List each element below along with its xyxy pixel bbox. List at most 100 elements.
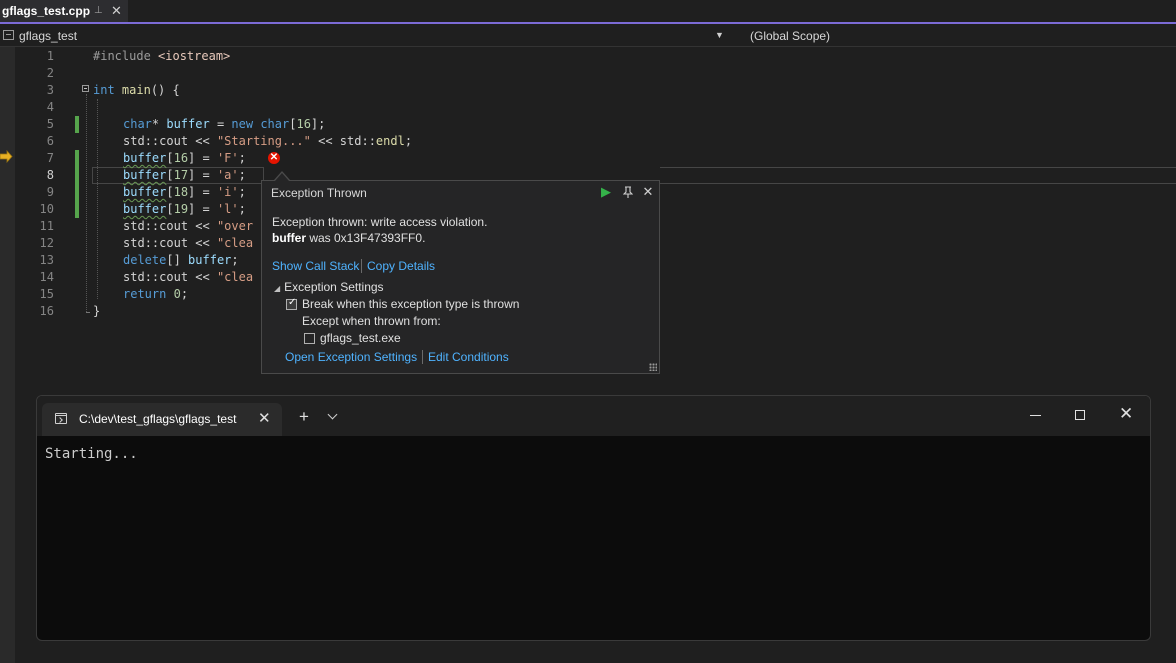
- collapse-icon[interactable]: [82, 85, 89, 92]
- token: ] =: [188, 202, 217, 216]
- edit-conditions-link[interactable]: Edit Conditions: [428, 350, 509, 364]
- code-line[interactable]: std::cout << "clea: [123, 269, 253, 286]
- show-call-stack-link[interactable]: Show Call Stack: [272, 259, 359, 273]
- token: buffer: [123, 168, 167, 182]
- code-line[interactable]: buffer[19] = 'l';: [123, 201, 246, 218]
- token: ;: [238, 168, 246, 182]
- token: ;: [238, 151, 246, 165]
- token: ;: [238, 202, 246, 216]
- variable-value: was 0x13F47393FF0.: [306, 231, 426, 245]
- terminal-tab[interactable]: C:\dev\test_gflags\gflags_test ✕: [42, 403, 282, 436]
- token: cout: [159, 219, 189, 233]
- token: ::: [144, 270, 160, 284]
- terminal-title-bar[interactable]: C:\dev\test_gflags\gflags_test ✕ + ✕: [37, 396, 1150, 436]
- divider: [422, 350, 423, 364]
- token: <<: [188, 270, 217, 284]
- open-exception-settings-link[interactable]: Open Exception Settings: [285, 350, 417, 364]
- token: <<: [188, 236, 217, 250]
- break-when-thrown-checkbox[interactable]: ✓: [286, 297, 297, 310]
- close-icon[interactable]: ✕: [258, 409, 271, 427]
- token: buffer: [188, 253, 232, 267]
- code-line[interactable]: buffer[17] = 'a';: [123, 167, 246, 184]
- token: buffer: [123, 151, 167, 165]
- console-icon: [55, 413, 67, 424]
- code-line[interactable]: std::cout << "Starting..." << std::endl;: [123, 133, 412, 150]
- chevron-down-icon[interactable]: ▼: [715, 30, 724, 40]
- line-number: 8: [46, 168, 54, 182]
- terminal-output[interactable]: Starting...: [45, 446, 138, 462]
- token: () {: [150, 83, 180, 97]
- line-number: 16: [39, 304, 54, 318]
- token: "clea: [216, 270, 254, 284]
- token: return: [123, 287, 167, 301]
- copy-details-link[interactable]: Copy Details: [367, 259, 435, 273]
- line-number: 2: [46, 66, 54, 80]
- close-icon[interactable]: ✕: [111, 3, 122, 19]
- checkmark-icon: ✓: [288, 297, 297, 308]
- code-line[interactable]: return 0;: [123, 286, 188, 303]
- error-icon[interactable]: ✕: [268, 152, 280, 164]
- token: int: [93, 83, 115, 97]
- document-tab[interactable]: gflags_test.cpp ⊥ ✕: [0, 0, 128, 22]
- line-number: 15: [39, 287, 54, 301]
- token: buffer: [123, 185, 167, 199]
- token: [: [166, 202, 174, 216]
- new-tab-icon[interactable]: +: [299, 408, 309, 425]
- scope-dropdown[interactable]: (Global Scope): [750, 29, 830, 43]
- code-line[interactable]: #include <iostream>: [93, 48, 230, 65]
- chevron-down-icon[interactable]: [327, 409, 338, 420]
- resize-grip-icon[interactable]: [649, 363, 657, 371]
- token: <<: [188, 134, 217, 148]
- terminal-window: C:\dev\test_gflags\gflags_test ✕ + ✕ Sta…: [36, 395, 1151, 641]
- line-number: 13: [39, 253, 54, 267]
- token: ;: [404, 134, 413, 148]
- project-dropdown[interactable]: gflags_test: [19, 29, 77, 43]
- module-label: gflags_test.exe: [320, 331, 401, 345]
- token: #include: [93, 49, 151, 63]
- token: ];: [310, 117, 326, 131]
- pin-icon[interactable]: ⊥: [94, 5, 103, 16]
- token: buffer: [123, 202, 167, 216]
- current-statement-arrow-icon: [0, 150, 13, 163]
- change-indicator: [75, 150, 79, 218]
- code-line[interactable]: delete[] buffer;: [123, 252, 239, 269]
- line-number: 11: [39, 219, 54, 233]
- token: new: [231, 117, 254, 131]
- pin-icon[interactable]: [620, 184, 636, 200]
- token: char: [123, 117, 152, 131]
- code-line[interactable]: std::cout << "over: [123, 218, 253, 235]
- code-line[interactable]: int main() {: [93, 82, 180, 99]
- code-line[interactable]: std::cout << "clea: [123, 235, 253, 252]
- code-line[interactable]: buffer[18] = 'i';: [123, 184, 246, 201]
- module-exclude-checkbox[interactable]: [304, 333, 315, 344]
- line-number: 5: [46, 117, 54, 131]
- close-icon[interactable]: ✕: [1119, 405, 1133, 422]
- project-icon: [3, 30, 14, 40]
- token: *: [151, 117, 167, 131]
- token: 0: [173, 287, 181, 301]
- line-number: 14: [39, 270, 54, 284]
- token: ::: [144, 236, 160, 250]
- navigation-bar: gflags_test ▼ (Global Scope): [0, 26, 1176, 47]
- token: 17: [173, 168, 189, 182]
- token: std: [123, 219, 145, 233]
- token: <<: [188, 219, 217, 233]
- indicator-margin[interactable]: [0, 47, 15, 663]
- outline-guide: [86, 312, 90, 313]
- minimize-icon[interactable]: [1030, 415, 1041, 416]
- maximize-icon[interactable]: [1075, 410, 1085, 420]
- code-line[interactable]: }: [93, 303, 100, 320]
- except-when-label: Except when thrown from:: [302, 314, 441, 328]
- code-line[interactable]: buffer[16] = 'F';: [123, 150, 246, 167]
- token: [: [166, 185, 174, 199]
- continue-icon[interactable]: ▶: [598, 184, 614, 200]
- break-when-thrown-label: Break when this exception type is thrown: [302, 297, 520, 311]
- document-tab-strip: gflags_test.cpp ⊥ ✕: [0, 0, 1176, 24]
- code-line[interactable]: char* buffer = new char[16];: [123, 116, 325, 133]
- line-number: 12: [39, 236, 54, 250]
- close-icon[interactable]: ✕: [640, 184, 656, 200]
- exception-settings-header[interactable]: ◢ Exception Settings: [274, 280, 384, 294]
- token: ::: [144, 134, 160, 148]
- token: 19: [173, 202, 189, 216]
- token: "over: [216, 219, 254, 233]
